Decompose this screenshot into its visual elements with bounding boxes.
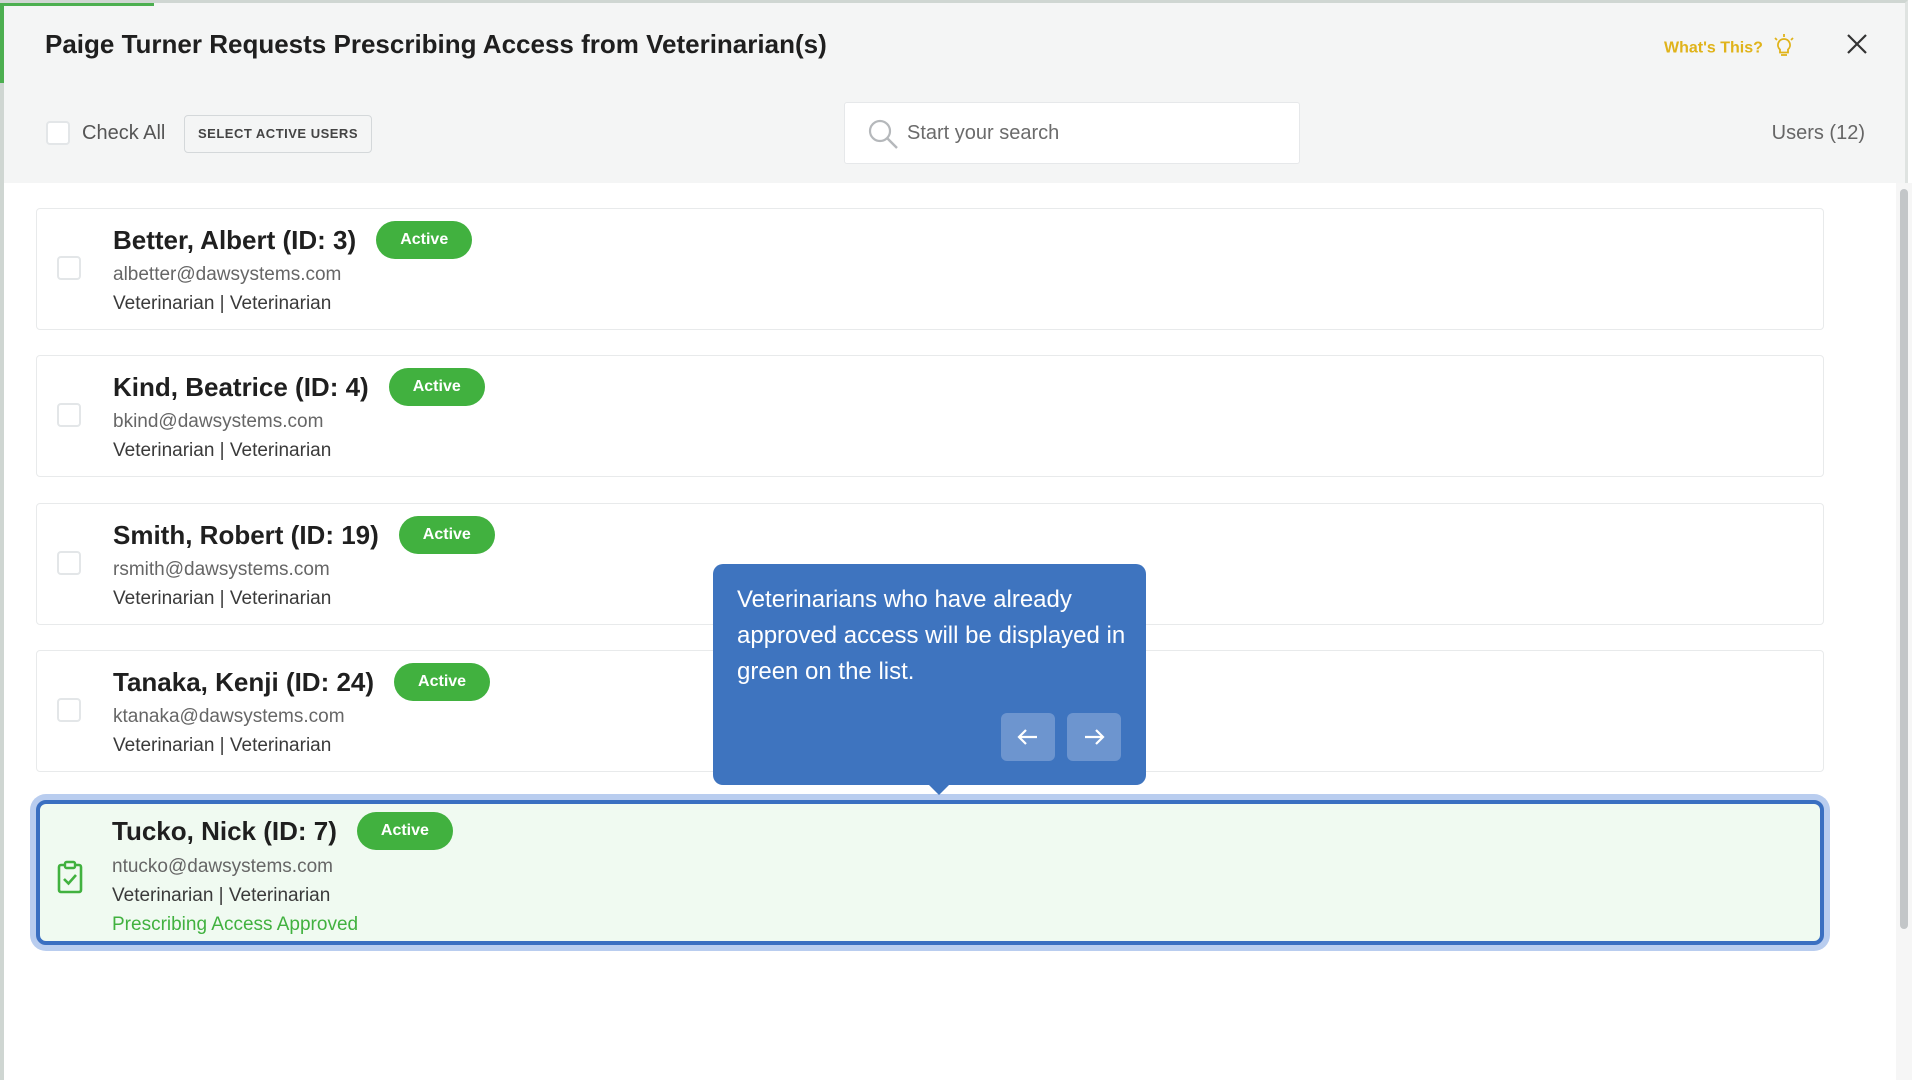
search-box[interactable] <box>844 102 1300 164</box>
tooltip-text: Veterinarians who have already approved … <box>737 586 1126 685</box>
status-badge: Active <box>394 663 491 701</box>
user-role: Veterinarian | Veterinarian <box>113 735 332 756</box>
approval-status: Prescribing Access Approved <box>112 914 359 935</box>
accent-line <box>4 3 154 6</box>
whats-this-link[interactable]: What's This? <box>1664 34 1795 63</box>
check-all-label: Check All <box>82 121 166 144</box>
user-card[interactable]: Better, Albert (ID: 3) Active albetter@d… <box>36 208 1824 330</box>
tour-tooltip: Veterinarians who have already approved … <box>713 564 1146 795</box>
user-card-approved[interactable]: Tucko, Nick (ID: 7) Active ntucko@dawsys… <box>36 800 1824 945</box>
user-card[interactable]: Kind, Beatrice (ID: 4) Active bkind@daws… <box>36 355 1824 477</box>
user-name: Tanaka, Kenji (ID: 24) <box>113 666 375 697</box>
user-email: albetter@dawsystems.com <box>113 264 342 285</box>
select-active-users-button[interactable]: SELECT ACTIVE USERS <box>184 115 372 153</box>
search-icon <box>867 118 899 155</box>
user-checkbox[interactable] <box>57 403 81 427</box>
request-access-modal: Paige Turner Requests Prescribing Access… <box>0 0 1912 1080</box>
whats-this-label: What's This? <box>1664 39 1763 57</box>
status-badge: Active <box>376 221 473 259</box>
status-badge: Active <box>356 812 453 850</box>
user-name: Tucko, Nick (ID: 7) <box>112 815 337 846</box>
user-role: Veterinarian | Veterinarian <box>113 293 332 314</box>
user-email: rsmith@dawsystems.com <box>113 559 330 580</box>
user-role: Veterinarian | Veterinarian <box>113 440 332 461</box>
modal-title: Paige Turner Requests Prescribing Access… <box>45 29 827 59</box>
accent-left-bar <box>0 3 4 83</box>
lightbulb-icon <box>1773 34 1795 63</box>
user-email: bkind@dawsystems.com <box>113 411 324 432</box>
user-name-row: Tucko, Nick (ID: 7) Active <box>112 812 453 850</box>
check-all-checkbox[interactable] <box>46 121 70 145</box>
user-checkbox[interactable] <box>57 698 81 722</box>
tooltip-prev-button[interactable] <box>1001 713 1055 761</box>
close-icon <box>1847 34 1867 54</box>
user-email: ktanaka@dawsystems.com <box>113 706 345 727</box>
arrow-left-icon <box>1017 729 1037 745</box>
scrollbar-thumb[interactable] <box>1900 189 1908 929</box>
user-name-row: Tanaka, Kenji (ID: 24) Active <box>113 663 491 701</box>
user-checkbox[interactable] <box>57 551 81 575</box>
arrow-right-icon <box>1085 729 1105 745</box>
close-button[interactable] <box>1844 31 1870 57</box>
user-name: Better, Albert (ID: 3) <box>113 224 357 255</box>
user-email: ntucko@dawsystems.com <box>112 856 333 877</box>
user-role: Veterinarian | Veterinarian <box>112 885 331 906</box>
user-name: Smith, Robert (ID: 19) <box>113 519 379 550</box>
tooltip-next-button[interactable] <box>1067 713 1121 761</box>
status-badge: Active <box>398 516 495 554</box>
user-role: Veterinarian | Veterinarian <box>113 588 332 609</box>
users-count: Users (12) <box>1771 122 1865 144</box>
user-name-row: Smith, Robert (ID: 19) Active <box>113 516 495 554</box>
user-name-row: Kind, Beatrice (ID: 4) Active <box>113 368 485 406</box>
check-all[interactable]: Check All <box>46 121 165 145</box>
status-badge: Active <box>388 368 485 406</box>
user-name-row: Better, Albert (ID: 3) Active <box>113 221 473 259</box>
tooltip-pointer <box>929 785 949 795</box>
clipboard-check-icon <box>56 860 84 899</box>
modal-header: Paige Turner Requests Prescribing Access… <box>0 3 1905 183</box>
user-checkbox[interactable] <box>57 256 81 280</box>
search-input[interactable] <box>907 103 1287 163</box>
user-name: Kind, Beatrice (ID: 4) <box>113 371 369 402</box>
